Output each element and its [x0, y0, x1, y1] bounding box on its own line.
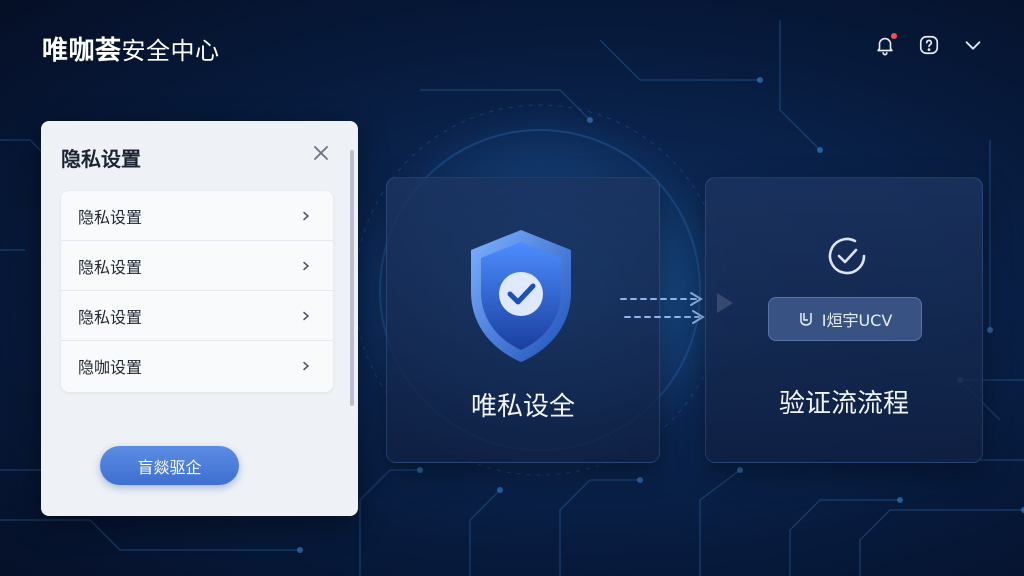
- bell-icon[interactable]: [874, 33, 897, 56]
- panel-title: 隐私设置: [61, 147, 141, 171]
- verification-pill[interactable]: I烜宇UCV: [768, 297, 922, 341]
- verification-pill-label: I烜宇UCV: [821, 311, 893, 330]
- list-item-label: 隐私设置: [78, 207, 143, 227]
- panel-scrollbar[interactable]: [350, 150, 354, 406]
- app-title: 唯咖荟安全中心: [42, 30, 220, 67]
- chevron-right-icon: [301, 311, 311, 321]
- chevron-right-icon: [301, 211, 311, 221]
- check-circle-icon: [822, 231, 872, 281]
- primary-action-button[interactable]: 盲燚驱企: [100, 446, 239, 485]
- shield-small-icon: [798, 311, 814, 327]
- close-icon[interactable]: [312, 144, 330, 162]
- chevron-right-icon: [301, 361, 311, 371]
- chevron-right-icon: [301, 261, 311, 271]
- privacy-settings-list: 隐私设置 隐私设置 隐私设置 隐咖设置: [61, 191, 333, 392]
- notification-dot: [891, 33, 897, 39]
- app-title-section: 安全中心: [121, 37, 220, 65]
- verify-card-label: 验证流流程: [778, 389, 909, 419]
- shield-check-icon: [471, 230, 571, 362]
- header-toolbar: [874, 33, 984, 56]
- list-item[interactable]: 隐私设置: [61, 191, 333, 241]
- chevron-down-icon[interactable]: [962, 34, 984, 56]
- list-item[interactable]: 隐咖设置: [61, 341, 333, 391]
- app-title-brand: 唯咖荟: [42, 36, 122, 66]
- list-item-label: 隐咖设置: [78, 358, 143, 377]
- privacy-settings-panel: 隐私设置 隐私设置 隐私设置 隐私设置 隐咖设置 盲燚驱企: [41, 121, 358, 516]
- list-item-label: 隐私设置: [78, 257, 143, 277]
- help-icon[interactable]: [918, 34, 940, 56]
- list-item[interactable]: 隐私设置: [61, 241, 333, 291]
- privacy-card-label: 唯私设全: [470, 392, 575, 422]
- list-item-label: 隐私设置: [78, 307, 143, 327]
- verification-flow-card[interactable]: I烜宇UCV 验证流流程: [705, 177, 983, 463]
- list-item[interactable]: 隐私设置: [61, 291, 333, 341]
